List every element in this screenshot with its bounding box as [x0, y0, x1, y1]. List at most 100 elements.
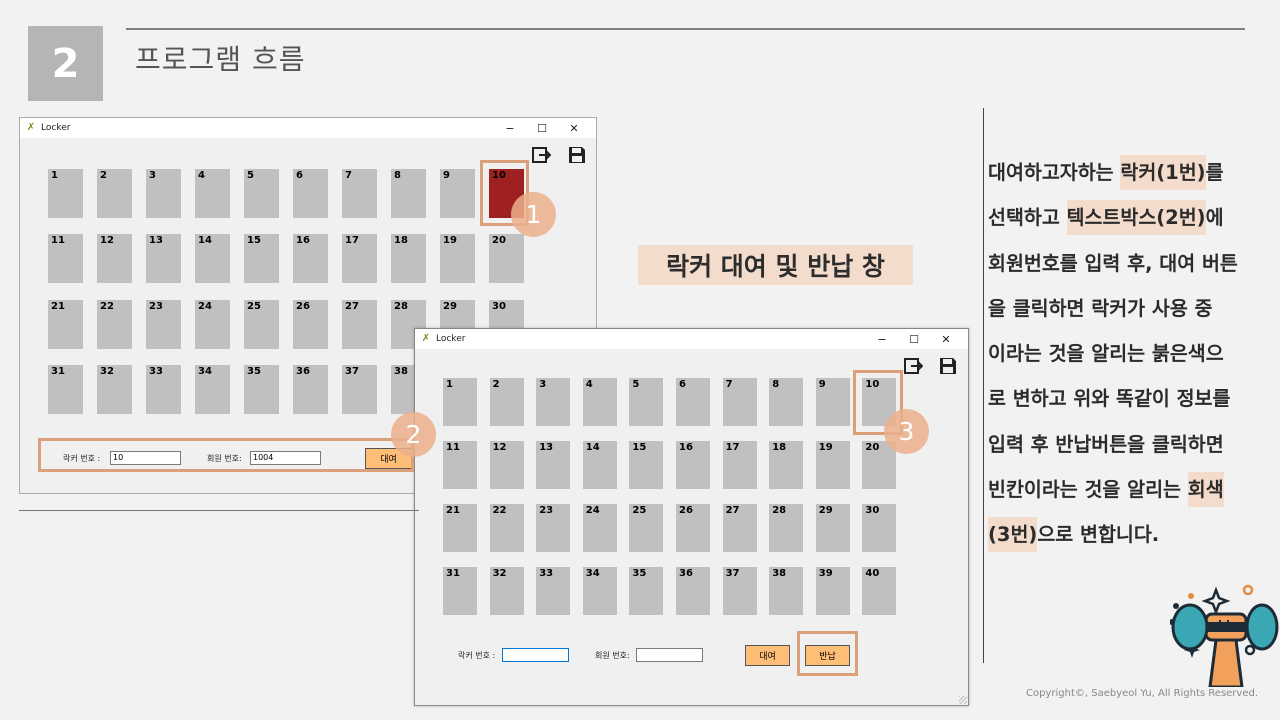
locker-33[interactable]: 33	[146, 364, 181, 414]
locker-15[interactable]: 15	[629, 441, 664, 489]
exit-icon[interactable]	[903, 356, 923, 376]
locker-23[interactable]: 23	[146, 299, 181, 349]
locker-21[interactable]: 21	[48, 299, 83, 349]
locker-5[interactable]: 5	[244, 169, 279, 218]
locker-15[interactable]: 15	[244, 234, 279, 284]
locker-31[interactable]: 31	[48, 364, 83, 414]
locker-number: 2	[492, 379, 500, 390]
locker-19[interactable]: 19	[815, 441, 850, 489]
exit-icon[interactable]	[531, 145, 551, 165]
locker-8[interactable]: 8	[769, 378, 804, 426]
locker-2[interactable]: 2	[97, 169, 132, 218]
locker-number: 40	[865, 568, 880, 579]
locker-28[interactable]: 28	[769, 504, 804, 552]
locker-14[interactable]: 14	[195, 234, 230, 284]
locker-35[interactable]: 35	[244, 364, 279, 414]
app-icon: ✗	[421, 333, 431, 344]
locker-17[interactable]: 17	[722, 441, 757, 489]
description-segment: 를	[1205, 161, 1224, 184]
locker-18[interactable]: 18	[391, 234, 426, 284]
locker-35[interactable]: 35	[629, 567, 664, 615]
locker-24[interactable]: 24	[195, 299, 230, 349]
locker-26[interactable]: 26	[293, 299, 328, 349]
locker-1[interactable]: 1	[48, 169, 83, 218]
locker-4[interactable]: 4	[582, 378, 617, 426]
locker-29[interactable]: 29	[815, 504, 850, 552]
locker-6[interactable]: 6	[293, 169, 328, 218]
rent-button[interactable]: 대여	[745, 645, 790, 666]
locker-32[interactable]: 32	[489, 567, 524, 615]
member-number-input[interactable]	[636, 648, 703, 662]
locker-number-input[interactable]	[502, 648, 569, 662]
highlighted-term: 회색	[1187, 472, 1224, 508]
locker-number: 17	[725, 442, 740, 453]
locker-26[interactable]: 26	[676, 504, 710, 552]
locker-16[interactable]: 16	[293, 234, 328, 284]
locker-34[interactable]: 34	[195, 364, 230, 414]
locker-25[interactable]: 25	[629, 504, 664, 552]
locker-11[interactable]: 11	[443, 441, 477, 489]
minimize-button[interactable]: −	[494, 122, 526, 135]
locker-1[interactable]: 1	[443, 378, 477, 426]
locker-36[interactable]: 36	[293, 364, 328, 414]
window-title: Locker	[436, 334, 466, 344]
locker-number: 11	[446, 442, 460, 453]
locker-12[interactable]: 12	[489, 441, 524, 489]
locker-7[interactable]: 7	[342, 169, 377, 218]
locker-32[interactable]: 32	[97, 364, 132, 414]
locker-36[interactable]: 36	[676, 567, 710, 615]
locker-14[interactable]: 14	[582, 441, 617, 489]
locker-5[interactable]: 5	[629, 378, 664, 426]
locker-number: 1	[446, 379, 453, 390]
locker-40[interactable]: 40	[862, 567, 897, 615]
locker-16[interactable]: 16	[676, 441, 710, 489]
locker-39[interactable]: 39	[815, 567, 850, 615]
locker-27[interactable]: 27	[342, 299, 377, 349]
locker-9[interactable]: 9	[815, 378, 850, 426]
locker-2[interactable]: 2	[489, 378, 524, 426]
locker-19[interactable]: 19	[440, 234, 475, 284]
locker-38[interactable]: 38	[769, 567, 804, 615]
locker-22[interactable]: 22	[489, 504, 524, 552]
save-icon[interactable]	[567, 145, 587, 165]
locker-27[interactable]: 27	[722, 504, 757, 552]
locker-13[interactable]: 13	[536, 441, 571, 489]
locker-number: 37	[345, 365, 359, 377]
locker-17[interactable]: 17	[342, 234, 377, 284]
locker-33[interactable]: 33	[536, 567, 571, 615]
locker-31[interactable]: 31	[443, 567, 477, 615]
locker-4[interactable]: 4	[195, 169, 230, 218]
maximize-button[interactable]: ☐	[898, 333, 930, 346]
close-button[interactable]: ✕	[558, 122, 590, 135]
locker-18[interactable]: 18	[769, 441, 804, 489]
description-line: 회원번호를 입력 후, 대여 버튼	[988, 241, 1280, 286]
locker-24[interactable]: 24	[582, 504, 617, 552]
locker-34[interactable]: 34	[582, 567, 617, 615]
locker-30[interactable]: 30	[862, 504, 897, 552]
locker-9[interactable]: 9	[440, 169, 475, 218]
slide-title: 프로그램 흐름	[135, 43, 306, 76]
resize-grip[interactable]	[959, 696, 967, 704]
locker-21[interactable]: 21	[443, 504, 477, 552]
maximize-button[interactable]: ☐	[526, 122, 558, 135]
locker-37[interactable]: 37	[342, 364, 377, 414]
locker-number: 18	[772, 442, 787, 453]
locker-13[interactable]: 13	[146, 234, 181, 284]
locker-22[interactable]: 22	[97, 299, 132, 349]
locker-20[interactable]: 20	[489, 234, 524, 284]
locker-3[interactable]: 3	[146, 169, 181, 218]
locker-25[interactable]: 25	[244, 299, 279, 349]
locker-number: 2	[100, 170, 107, 181]
window-controls: − ☐ ✕	[494, 118, 590, 138]
locker-12[interactable]: 12	[97, 234, 132, 284]
close-button[interactable]: ✕	[930, 333, 962, 346]
locker-6[interactable]: 6	[676, 378, 710, 426]
save-icon[interactable]	[938, 356, 958, 376]
locker-8[interactable]: 8	[391, 169, 426, 218]
locker-11[interactable]: 11	[48, 234, 83, 284]
locker-7[interactable]: 7	[722, 378, 757, 426]
minimize-button[interactable]: −	[866, 333, 898, 346]
locker-3[interactable]: 3	[536, 378, 571, 426]
locker-37[interactable]: 37	[722, 567, 757, 615]
locker-23[interactable]: 23	[536, 504, 571, 552]
